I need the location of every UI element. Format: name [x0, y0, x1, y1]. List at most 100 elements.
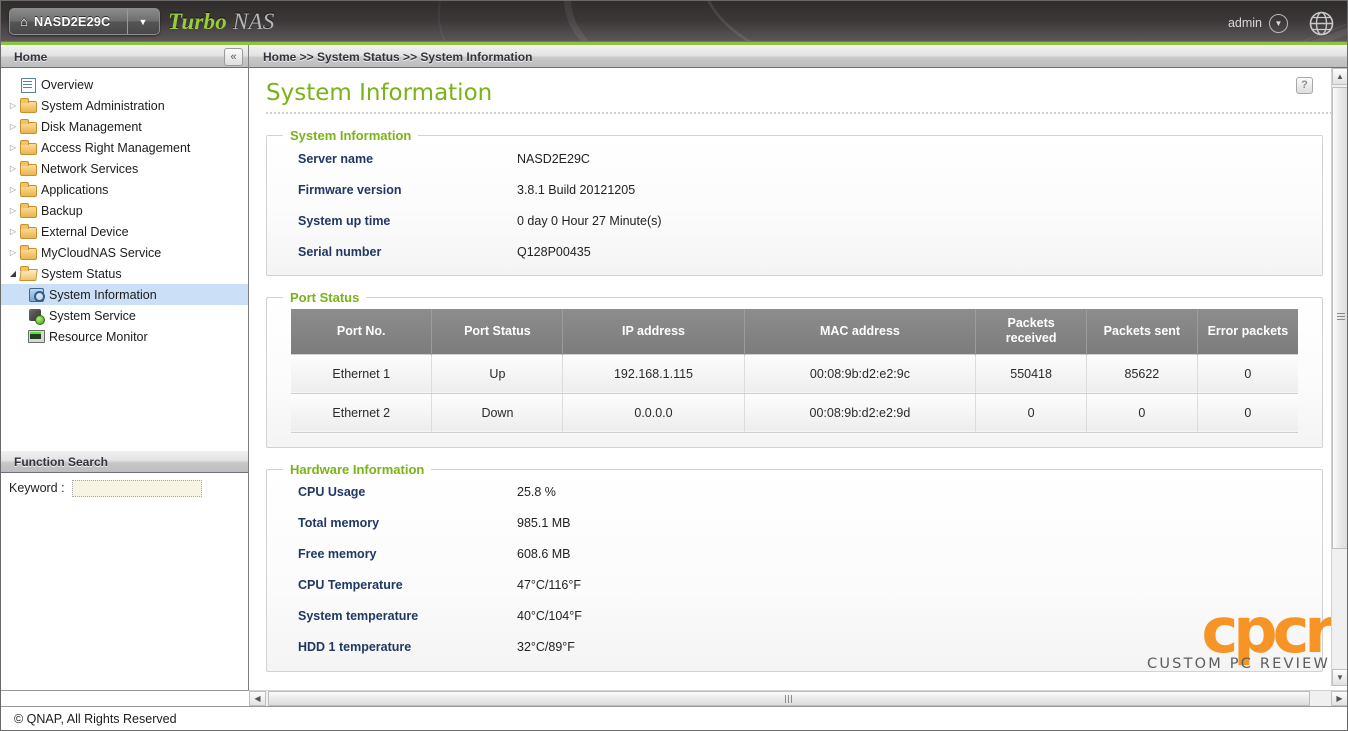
horizontal-scrollbar-thumb[interactable] [268, 691, 1310, 706]
scroll-left-button[interactable]: ◀ [249, 691, 266, 706]
sidebar-item-overview[interactable]: Overview [0, 74, 248, 95]
chevron-right-icon[interactable]: ▷ [6, 164, 20, 173]
sidebar-item-applications[interactable]: ▷ Applications [0, 179, 248, 200]
vertical-scrollbar-thumb[interactable] [1332, 87, 1348, 549]
brand-nas: NAS [233, 9, 275, 34]
breadcrumb: Home >> System Status >> System Informat… [249, 45, 1348, 68]
column-header: MAC address [744, 309, 976, 354]
scrollbar-left-filler [0, 690, 249, 706]
chevron-right-icon[interactable]: ▷ [6, 143, 20, 152]
info-label: HDD 1 temperature [267, 640, 517, 654]
sidebar-item-system-status[interactable]: ◢ System Status [0, 263, 248, 284]
chevron-right-icon[interactable]: ▷ [6, 185, 20, 194]
info-value: 608.6 MB [517, 547, 571, 561]
vertical-scrollbar[interactable]: ▲ ▼ [1331, 68, 1348, 686]
sidebar-item-system-information[interactable]: System Information [0, 284, 248, 305]
sidebar-item-label: External Device [41, 225, 129, 239]
table-cell: 00:08:9b:d2:e2:9d [744, 393, 976, 432]
sidebar-item-label: Applications [41, 183, 108, 197]
column-header: IP address [563, 309, 744, 354]
info-label: Firmware version [267, 183, 517, 197]
chevron-down-icon[interactable]: ◢ [6, 269, 20, 278]
scrollbar-grip-icon [785, 695, 794, 703]
folder-icon [20, 119, 36, 134]
info-row: CPU Usage25.8 % [267, 477, 1322, 508]
sidebar-item-mycloudnas-service[interactable]: ▷MyCloudNAS Service [0, 242, 248, 263]
user-menu-chevron-down-icon[interactable]: ▼ [1269, 14, 1288, 33]
globe-icon[interactable] [1309, 11, 1334, 36]
table-cell: 0 [1197, 393, 1298, 432]
sidebar-item-resource-monitor[interactable]: Resource Monitor [0, 326, 248, 347]
info-value: Q128P00435 [517, 245, 591, 259]
user-name-label: admin [1228, 16, 1262, 30]
navigation-tree: Overview▷System Administration▷Disk Mana… [0, 68, 248, 347]
copyright-text: © QNAP, All Rights Reserved [14, 712, 177, 726]
info-row: Server nameNASD2E29C [267, 143, 1322, 174]
info-label: Free memory [267, 547, 517, 561]
table-cell: 0 [1087, 393, 1198, 432]
sidebar-collapse-button[interactable]: « [224, 48, 243, 66]
chevron-down-icon[interactable]: ▼ [127, 9, 159, 34]
info-row: System up time0 day 0 Hour 27 Minute(s) [267, 205, 1322, 236]
info-value: NASD2E29C [517, 152, 590, 166]
sidebar-header: Home « [0, 45, 248, 68]
column-header: Port No. [291, 309, 432, 354]
info-row: HDD 1 temperature32°C/89°F [267, 632, 1322, 663]
table-cell: 85622 [1087, 354, 1198, 393]
home-icon: ⌂ [20, 15, 28, 28]
sidebar-item-backup[interactable]: ▷Backup [0, 200, 248, 221]
info-label: Serial number [267, 245, 517, 259]
info-value: 3.8.1 Build 20121205 [517, 183, 635, 197]
host-selector[interactable]: ⌂ NASD2E29C ▼ [9, 8, 160, 35]
sidebar-item-access-right-management[interactable]: ▷Access Right Management [0, 137, 248, 158]
chevron-right-icon[interactable]: ▷ [6, 101, 20, 110]
scroll-up-button[interactable]: ▲ [1332, 68, 1348, 85]
search-input[interactable] [72, 480, 202, 497]
info-value: 25.8 % [517, 485, 556, 499]
chevron-right-icon[interactable]: ▷ [6, 122, 20, 131]
system-service-icon [28, 308, 44, 323]
product-logo: Turbo NAS [168, 9, 274, 35]
keyword-row: Keyword : [0, 473, 248, 503]
info-value: 47°C/116°F [517, 578, 581, 592]
horizontal-scrollbar[interactable]: ◀ ▶ [249, 690, 1348, 706]
info-row: Free memory608.6 MB [267, 539, 1322, 570]
column-header: Error packets [1197, 309, 1298, 354]
info-value: 32°C/89°F [517, 640, 575, 654]
port-status-table: Port No.Port StatusIP addressMAC address… [291, 309, 1298, 433]
sidebar-item-system-service[interactable]: System Service [0, 305, 248, 326]
info-label: Total memory [267, 516, 517, 530]
host-name-text: NASD2E29C [34, 15, 110, 29]
table-row: Ethernet 1Up192.168.1.11500:08:9b:d2:e2:… [291, 354, 1298, 393]
chevron-right-icon[interactable]: ▷ [6, 206, 20, 215]
chevron-right-icon[interactable]: ▷ [6, 248, 20, 257]
keyword-label: Keyword : [9, 481, 65, 495]
hardware-information-card: Hardware Information CPU Usage25.8 % Tota… [266, 462, 1323, 672]
app-window: ⌂ NASD2E29C ▼ Turbo NAS admin ▼ Home « [0, 0, 1348, 731]
sidebar-item-label: Network Services [41, 162, 138, 176]
content-scroll-area: System Information ? System Information … [249, 68, 1348, 686]
sidebar-item-label: System Service [49, 309, 136, 323]
sidebar-item-external-device[interactable]: ▷ External Device [0, 221, 248, 242]
document-icon [20, 77, 36, 92]
table-cell: 0 [1197, 354, 1298, 393]
sidebar-item-disk-management[interactable]: ▷ Disk Management [0, 116, 248, 137]
table-cell: Up [432, 354, 563, 393]
scroll-down-button[interactable]: ▼ [1332, 669, 1348, 686]
info-label: CPU Temperature [267, 578, 517, 592]
scrollbar-grip-icon [1337, 313, 1345, 322]
sidebar-item-system-administration[interactable]: ▷System Administration [0, 95, 248, 116]
info-row: CPU Temperature47°C/116°F [267, 570, 1322, 601]
chevron-right-icon[interactable]: ▷ [6, 227, 20, 236]
table-cell: Ethernet 2 [291, 393, 432, 432]
scroll-right-button[interactable]: ▶ [1331, 691, 1348, 706]
column-header: Packets received [976, 309, 1087, 354]
sidebar-item-label: Disk Management [41, 120, 142, 134]
table-cell: Ethernet 1 [291, 354, 432, 393]
sidebar-item-network-services[interactable]: ▷ Network Services [0, 158, 248, 179]
folder-icon [20, 98, 36, 113]
sidebar-item-label: System Status [41, 267, 122, 281]
help-icon[interactable]: ? [1296, 77, 1313, 94]
table-header-row: Port No.Port StatusIP addressMAC address… [291, 309, 1298, 354]
hardware-information-legend: Hardware Information [283, 462, 431, 477]
